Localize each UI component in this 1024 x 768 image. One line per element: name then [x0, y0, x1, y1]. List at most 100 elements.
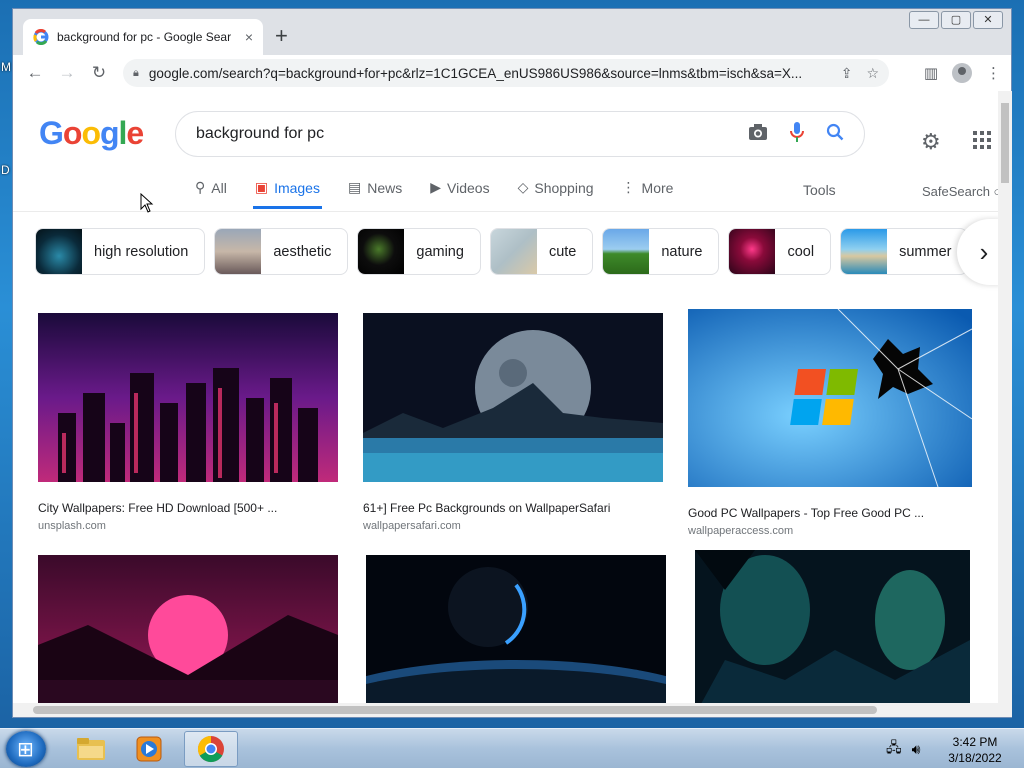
bookmark-star-icon[interactable]: ☆ [866, 65, 879, 82]
result-image-moon [363, 313, 663, 482]
tab-all[interactable]: ⚲ All [193, 179, 229, 206]
chip-cool[interactable]: cool [728, 228, 832, 275]
chip-cute[interactable]: cute [489, 228, 594, 275]
google-apps-icon[interactable] [973, 131, 991, 149]
chip-label: summer [899, 243, 952, 260]
logo-letter: e [126, 115, 144, 151]
image-result[interactable]: 61+] Free Pc Backgrounds on WallpaperSaf… [363, 313, 663, 532]
tab-more[interactable]: ⋮ More [620, 179, 676, 206]
tab-label: More [641, 179, 674, 196]
title-bar: background for pc - Google Sear × + — ▢ … [13, 9, 1011, 55]
image-result[interactable]: City Wallpapers: Free HD Download [500+ … [38, 313, 338, 532]
close-window-button[interactable]: ✕ [973, 11, 1003, 29]
chrome-menu-icon[interactable]: ⋮ [986, 64, 1001, 82]
file-explorer-taskbar-button[interactable] [64, 731, 118, 767]
chip-aesthetic[interactable]: aesthetic [214, 228, 349, 275]
image-result[interactable]: Good PC Wallpapers - Top Free Good PC ..… [688, 308, 973, 537]
tab-shopping[interactable]: ◇ Shopping [516, 179, 596, 206]
tools-button[interactable]: Tools [803, 182, 836, 198]
google-images-page: Google background for pc ⚙ ⚲ All ▣ Images … [13, 91, 998, 703]
new-tab-button[interactable]: + [275, 23, 288, 49]
image-result[interactable] [305, 555, 727, 703]
chip-label: nature [661, 243, 703, 260]
browser-tab[interactable]: background for pc - Google Sear × [23, 19, 263, 55]
tab-label: All [211, 179, 227, 196]
tab-images[interactable]: ▣ Images [252, 179, 322, 209]
chip-thumbnail [490, 229, 537, 274]
tab-title: background for pc - Google Sear [57, 30, 232, 44]
result-source[interactable]: unsplash.com [38, 520, 338, 532]
result-caption[interactable]: Good PC Wallpapers - Top Free Good PC ..… [688, 506, 972, 520]
horizontal-scrollbar[interactable] [13, 703, 1012, 717]
chip-thumbnail [841, 229, 888, 274]
logo-letter: g [99, 115, 120, 151]
network-icon[interactable]: 🖧︎ [886, 737, 902, 761]
divider [13, 211, 998, 212]
chip-label: high resolution [94, 243, 189, 260]
chip-gaming[interactable]: gaming [357, 228, 481, 275]
google-logo[interactable]: Google [39, 115, 144, 152]
window-controls: — ▢ ✕ [909, 11, 1003, 29]
tab-label: Shopping [534, 179, 594, 196]
media-player-taskbar-button[interactable] [122, 731, 176, 767]
chrome-icon [197, 735, 224, 763]
news-icon: ▤ [347, 179, 362, 195]
chrome-window: background for pc - Google Sear × + — ▢ … [12, 8, 1012, 718]
result-source[interactable]: wallpapersafari.com [363, 520, 663, 532]
scrollbar-thumb[interactable] [33, 706, 877, 714]
folder-icon [77, 738, 105, 760]
reload-icon[interactable]: ↻ [83, 63, 115, 83]
scrollbar-thumb[interactable] [1001, 103, 1009, 183]
related-chips: high resolution aesthetic gaming cute na… [35, 228, 969, 275]
profile-avatar-icon[interactable] [952, 63, 972, 83]
search-icon: ⚲ [195, 179, 206, 195]
search-query[interactable]: background for pc [196, 125, 726, 143]
tab-news[interactable]: ▤ News [346, 179, 404, 206]
volume-icon[interactable]: 🔊︎ [912, 741, 921, 758]
logo-letter: G [39, 115, 64, 151]
chip-thumbnail [358, 229, 405, 274]
maximize-button[interactable]: ▢ [941, 11, 971, 29]
tab-videos[interactable]: ▶ Videos [428, 179, 491, 206]
result-caption[interactable]: 61+] Free Pc Backgrounds on WallpaperSaf… [363, 501, 663, 515]
chip-thumbnail [215, 229, 262, 274]
chip-high-resolution[interactable]: high resolution [35, 228, 206, 275]
windows-taskbar: 🖧︎ 🔊︎ 3:42 PM 3/18/2022 [0, 728, 1024, 768]
media-player-icon [136, 736, 162, 762]
minimize-button[interactable]: — [909, 11, 939, 29]
camera-search-icon[interactable] [748, 123, 768, 146]
result-image-windows [688, 308, 973, 488]
side-panel-icon[interactable]: ▥ [924, 64, 938, 82]
back-arrow-icon[interactable]: ← [19, 63, 51, 83]
chip-label: cool [787, 243, 815, 260]
settings-gear-icon[interactable]: ⚙ [921, 129, 941, 155]
system-tray: 🖧︎ 🔊︎ [886, 729, 920, 768]
start-button[interactable] [6, 731, 46, 767]
chip-summer[interactable]: summer [840, 228, 969, 275]
chip-nature[interactable]: nature [602, 228, 720, 275]
address-bar[interactable]: 🔒︎ google.com/search?q=background+for+pc… [123, 59, 889, 87]
taskbar-clock[interactable]: 3:42 PM 3/18/2022 [940, 734, 1010, 766]
clock-time: 3:42 PM [952, 735, 998, 749]
share-icon[interactable]: ⇪ [841, 65, 853, 82]
result-caption[interactable]: City Wallpapers: Free HD Download [500+ … [38, 501, 338, 515]
chrome-taskbar-button[interactable] [184, 731, 238, 767]
forward-arrow-icon[interactable]: → [51, 63, 83, 83]
vertical-scrollbar[interactable] [998, 91, 1012, 703]
logo-letter: o [62, 115, 83, 151]
search-icon[interactable] [826, 123, 844, 146]
microphone-icon[interactable] [790, 121, 804, 148]
result-source[interactable]: wallpaperaccess.com [688, 525, 972, 537]
tab-close-icon[interactable]: × [245, 29, 253, 45]
browser-toolbar: ← → ↻ 🔒︎ google.com/search?q=background+… [13, 55, 1011, 91]
chip-label: aesthetic [273, 243, 332, 260]
safesearch-toggle[interactable]: SafeSearch ○ [922, 184, 998, 199]
image-icon: ▣ [254, 179, 269, 195]
image-result[interactable] [38, 555, 338, 703]
search-box[interactable]: background for pc [175, 111, 865, 157]
more-vert-icon: ⋮ [621, 179, 636, 195]
chip-thumbnail [36, 229, 82, 274]
lock-icon: 🔒︎ [133, 66, 139, 79]
desktop-icon-label: D [1, 163, 10, 177]
image-result[interactable] [695, 550, 970, 703]
